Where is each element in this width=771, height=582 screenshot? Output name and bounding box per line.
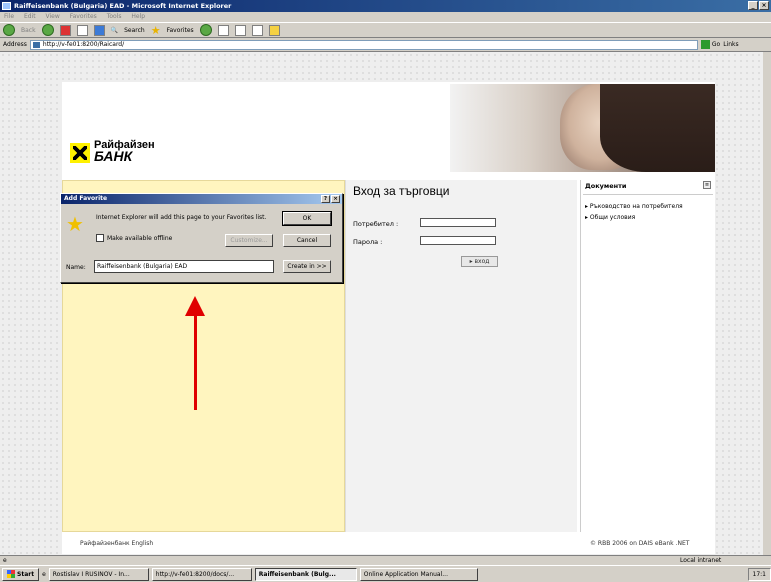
ie-icon xyxy=(2,2,11,10)
create-in-button[interactable]: Create in >> xyxy=(283,260,331,273)
dialog-message: Internet Explorer will add this page to … xyxy=(96,214,267,221)
go-icon xyxy=(700,40,710,49)
favorites-icon[interactable]: ★ xyxy=(151,24,161,37)
go-button[interactable]: Go xyxy=(700,40,720,49)
standard-toolbar: Back 🔍 Search ★ Favorites xyxy=(0,22,771,38)
page-icon xyxy=(32,41,40,48)
windows-taskbar: Start e Rostislav I RUSINOV - In... http… xyxy=(0,565,771,582)
back-icon[interactable] xyxy=(3,24,15,36)
task-docs[interactable]: http://v-fe01:8200/docs/... xyxy=(151,567,252,581)
tray-clock: 17:1 xyxy=(752,570,766,578)
login-button[interactable]: ▸ вход xyxy=(461,256,498,267)
close-window-button[interactable]: × xyxy=(759,1,769,10)
media-icon[interactable] xyxy=(199,24,212,36)
menu-favorites[interactable]: Favorites xyxy=(70,13,97,20)
raiffeisen-logo-icon xyxy=(70,143,90,163)
folder-icon[interactable] xyxy=(268,24,280,36)
window-titlebar: Raiffeisenbank (Bulgaria) EAD - Microsof… xyxy=(0,0,771,12)
name-label: Name: xyxy=(66,264,86,271)
vertical-scrollbar[interactable] xyxy=(763,52,771,555)
menu-help[interactable]: Help xyxy=(131,13,145,20)
username-label: Потребител : xyxy=(353,220,399,228)
quicklaunch-ie-icon[interactable]: e xyxy=(42,571,46,578)
footer-copyright: © RBB 2006 on DAIS eBank .NET xyxy=(590,540,690,547)
task-manual[interactable]: Online Application Manual... xyxy=(359,567,478,581)
username-input[interactable] xyxy=(420,218,496,227)
print-icon[interactable] xyxy=(234,24,246,36)
login-title: Вход за търговци xyxy=(353,184,450,198)
bank-logo-text: Райфайзен БАНК xyxy=(94,139,155,164)
task-outlook[interactable]: Rostislav I RUSINOV - In... xyxy=(48,567,149,581)
dialog-titlebar: Add Favorite ? × xyxy=(61,194,342,204)
password-label: Парола : xyxy=(353,238,383,246)
doc-link-user-guide[interactable]: ▸ Ръководство на потребителя xyxy=(585,203,683,210)
doc-link-terms[interactable]: ▸ Общи условия xyxy=(585,214,635,221)
offline-checkbox[interactable] xyxy=(96,234,104,242)
status-bar: e Local intranet xyxy=(0,555,771,565)
menu-tools[interactable]: Tools xyxy=(107,13,122,20)
favorites-button[interactable]: Favorites xyxy=(167,27,194,34)
edit-icon[interactable] xyxy=(251,24,263,36)
task-raiffeisen[interactable]: Raiffeisenbank (Bulg... xyxy=(254,567,357,581)
menu-edit[interactable]: Edit xyxy=(24,13,36,20)
links-button[interactable]: Links xyxy=(723,41,738,48)
address-label: Address xyxy=(3,41,27,48)
favorites-star-icon: ★ xyxy=(66,212,84,236)
menu-file[interactable]: File xyxy=(4,13,14,20)
annotation-arrow-shaft xyxy=(194,310,197,410)
documents-panel xyxy=(580,180,715,532)
address-input[interactable]: http://v-fe01:8200/Raicard/ xyxy=(29,39,698,50)
search-icon[interactable]: 🔍 xyxy=(111,27,118,34)
window-title: Raiffeisenbank (Bulgaria) EAD - Microsof… xyxy=(14,2,232,10)
cancel-button[interactable]: Cancel xyxy=(283,234,331,247)
back-label[interactable]: Back xyxy=(21,27,36,34)
dialog-help-button[interactable]: ? xyxy=(321,195,330,203)
page-footer: Райфайзенбанк English © RBB 2006 on DAIS… xyxy=(62,532,715,554)
favorite-name-input[interactable]: Raiffeisenbank (Bulgaria) EAD xyxy=(94,260,274,273)
documents-title: Документи xyxy=(585,182,627,190)
home-icon[interactable] xyxy=(93,24,105,36)
start-button[interactable]: Start xyxy=(2,567,40,581)
offline-checkbox-row[interactable]: Make available offline xyxy=(96,234,172,242)
dialog-title: Add Favorite xyxy=(64,195,108,202)
menu-view[interactable]: View xyxy=(46,13,60,20)
search-button[interactable]: Search xyxy=(124,27,145,34)
mail-icon[interactable] xyxy=(217,24,229,36)
password-input[interactable] xyxy=(420,236,496,245)
documents-box-icon[interactable]: ≡ xyxy=(703,181,711,189)
customize-button[interactable]: Customize... xyxy=(225,234,273,247)
address-bar: Address http://v-fe01:8200/Raicard/ Go L… xyxy=(0,38,771,52)
footer-links[interactable]: Райфайзенбанк English xyxy=(80,540,153,547)
ok-button[interactable]: OK xyxy=(282,211,332,226)
minimize-button[interactable]: _ xyxy=(748,1,758,10)
login-panel xyxy=(345,180,577,532)
system-tray: 17:1 xyxy=(747,567,771,581)
dialog-close-button[interactable]: × xyxy=(331,195,340,203)
forward-icon[interactable] xyxy=(41,24,54,36)
windows-flag-icon xyxy=(7,570,15,578)
offline-label: Make available offline xyxy=(107,234,173,242)
stop-icon[interactable] xyxy=(59,24,71,36)
hair-image xyxy=(600,84,715,172)
menu-bar: File Edit View Favorites Tools Help xyxy=(0,12,771,22)
add-favorite-dialog: Add Favorite ? × ★ Internet Explorer wil… xyxy=(60,193,343,283)
documents-divider xyxy=(583,194,713,195)
refresh-icon[interactable] xyxy=(76,24,88,36)
